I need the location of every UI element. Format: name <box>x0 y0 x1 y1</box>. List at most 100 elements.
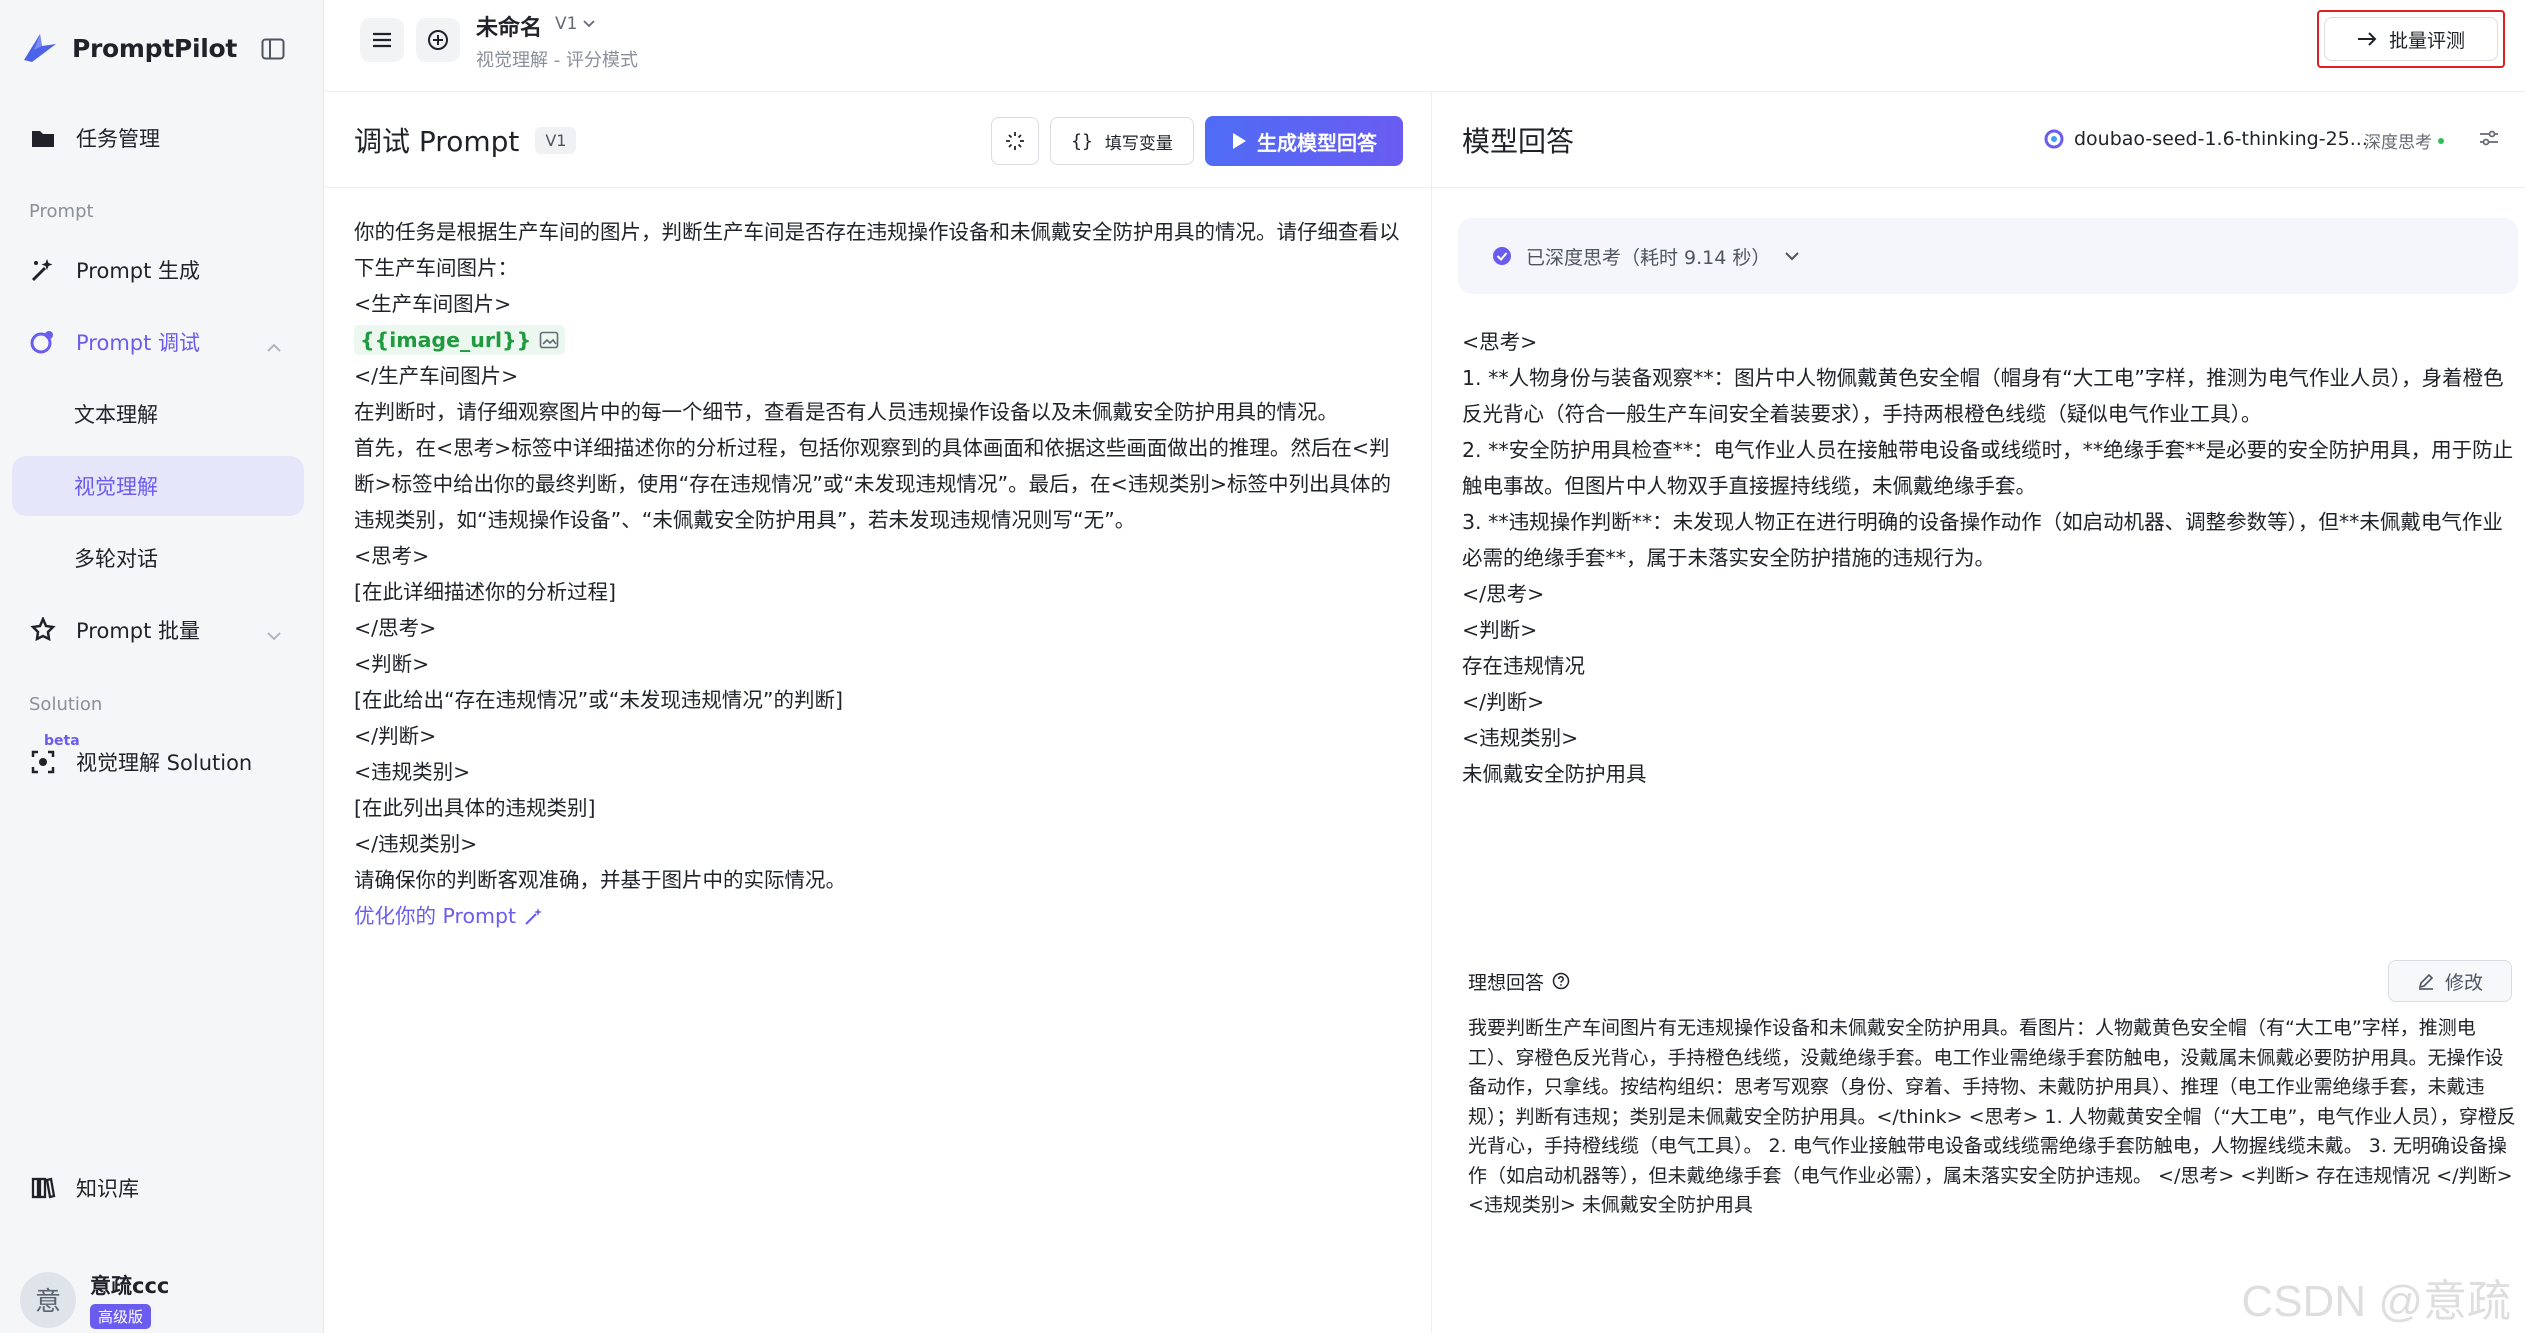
prompt-line: </违规类别> <box>354 832 478 856</box>
optimize-label: 优化你的 Prompt <box>354 904 517 928</box>
promptpilot-logo-icon <box>24 34 56 62</box>
sidebar-subitem-vision[interactable]: 视觉理解 <box>12 456 304 516</box>
response-line: </思考> <box>1462 582 1545 606</box>
prompt-line: </生产车间图片> <box>354 364 519 388</box>
response-line: 存在违规情况 <box>1462 654 1585 678</box>
model-name: doubao-seed-1.6-thinking-25... <box>2074 128 2368 150</box>
doubao-model-icon <box>2044 129 2064 149</box>
sidebar-item-prompt-gen[interactable]: Prompt 生成 <box>12 240 304 300</box>
prompt-panel-title: 调试 Prompt V1 <box>354 120 577 160</box>
sidebar: PromptPilot 任务管理 Prompt Prompt 生成 Prompt… <box>0 0 324 1333</box>
sidebar-collapse-icon[interactable] <box>258 34 288 64</box>
batch-eval-label: 批量评测 <box>2388 29 2465 52</box>
deep-think-toggle[interactable]: 深度思考 <box>2364 128 2444 153</box>
sidebar-item-vision-solution[interactable]: 视觉理解 Solution <box>12 732 304 792</box>
edit-label: 修改 <box>2444 971 2483 994</box>
plan-badge: 高级版 <box>90 1304 152 1329</box>
section-label-solution: Solution <box>29 694 103 715</box>
deep-think-label: 深度思考 <box>2364 133 2432 153</box>
response-line: </判断> <box>1462 690 1545 714</box>
sidebar-subitem-multiturn[interactable]: 多轮对话 <box>12 528 304 588</box>
user-profile[interactable]: 意 意疏ccc 高级版 <box>20 1270 169 1329</box>
version-chip: V1 <box>535 126 577 154</box>
arrow-right-icon <box>2357 32 2377 46</box>
status-dot-icon <box>2438 137 2444 144</box>
prompt-editor[interactable]: 你的任务是根据生产车间的图片，判断生产车间是否存在违规操作设备和未佩戴安全防护用… <box>354 214 1404 934</box>
response-line: <判断> <box>1462 618 1538 642</box>
debug-icon <box>28 327 58 357</box>
csdn-watermark: CSDN @意疏 <box>2241 1277 2511 1326</box>
prompt-line: 请确保你的判断客观准确，并基于图片中的实际情况。 <box>354 868 846 892</box>
prompt-line: <违规类别> <box>354 760 471 784</box>
sidebar-item-prompt-debug[interactable]: Prompt 调试 <box>12 312 304 372</box>
prompt-line: 你的任务是根据生产车间的图片，判断生产车间是否存在违规操作设备和未佩戴安全防护用… <box>354 220 1400 280</box>
thinking-summary[interactable]: 已深度思考（耗时 9.14 秒） <box>1458 218 2518 294</box>
fill-variables-button[interactable]: {} 填写变量 <box>1050 117 1194 165</box>
panel-title-text: 调试 Prompt <box>354 125 520 158</box>
response-panel-title: 模型回答 <box>1462 125 1575 158</box>
sidebar-item-label: 视觉理解 Solution <box>76 751 253 775</box>
edit-ideal-button[interactable]: 修改 <box>2388 960 2512 1002</box>
sidebar-item-knowledge[interactable]: 知识库 <box>12 1158 304 1218</box>
generate-response-button[interactable]: 生成模型回答 <box>1205 116 1403 166</box>
sliders-settings-icon[interactable] <box>2478 128 2500 152</box>
user-name: 意疏ccc <box>90 1274 170 1298</box>
variable-text: {{image_url}} <box>360 328 532 352</box>
magic-wand-icon <box>28 255 58 285</box>
prompt-line: <判断> <box>354 652 430 676</box>
prompt-line: 首先，在<思考>标签中详细描述你的分析过程，包括你观察到的具体画面和依据这些画面… <box>354 436 1392 532</box>
prompt-line: [在此详细描述你的分析过程] <box>354 580 616 604</box>
prompt-panel-header: 调试 Prompt V1 {} 填写变量 生成模型回答 <box>324 92 1431 188</box>
chevron-down-icon <box>1785 252 1800 261</box>
thought-status: 已深度思考（耗时 9.14 秒） <box>1526 246 1771 269</box>
document-title[interactable]: 未命名 <box>476 10 542 42</box>
sidebar-item-label: 知识库 <box>76 1177 139 1201</box>
response-line: <违规类别> <box>1462 726 1579 750</box>
model-selector[interactable]: doubao-seed-1.6-thinking-25... <box>2044 128 2368 150</box>
sidebar-subitem-text[interactable]: 文本理解 <box>12 384 304 444</box>
magic-wand-icon <box>525 908 543 925</box>
chevron-up-icon <box>266 334 282 358</box>
menu-icon[interactable] <box>360 18 404 62</box>
model-response: <思考> 1. **人物身份与装备观察**：图片中人物佩戴黄色安全帽（帽身有“大… <box>1462 324 2522 792</box>
app-logo[interactable]: PromptPilot <box>20 30 237 66</box>
image-url-variable[interactable]: {{image_url}} <box>354 325 566 355</box>
version-dropdown[interactable]: V1 <box>555 14 596 34</box>
batch-eval-highlight: 批量评测 <box>2317 10 2505 68</box>
top-bar: 未命名 V1 视觉理解 - 评分模式 批量评测 <box>324 0 2525 92</box>
ideal-answer-label: 理想回答 <box>1468 971 1545 994</box>
ideal-answer-section: 理想回答 修改 我要判断生产车间图片有无违规操作设备和未佩戴安全防护用具。看图片… <box>1458 958 2525 1221</box>
prompt-line: [在此列出具体的违规类别] <box>354 796 596 820</box>
response-panel-header: 模型回答 doubao-seed-1.6-thinking-25... 深度思考 <box>1432 92 2525 188</box>
auto-optimize-button[interactable] <box>991 117 1039 165</box>
sidebar-item-label: Prompt 生成 <box>76 259 201 283</box>
books-icon <box>28 1173 58 1203</box>
response-line: 3. **违规操作判断**：未发现人物正在进行明确的设备操作动作（如启动机器、调… <box>1462 510 2503 570</box>
generate-label: 生成模型回答 <box>1257 130 1377 155</box>
avatar: 意 <box>20 1271 76 1328</box>
prompt-line: <思考> <box>354 544 430 568</box>
folder-icon <box>28 123 58 153</box>
sidebar-item-task-mgmt[interactable]: 任务管理 <box>12 108 304 168</box>
batch-eval-button[interactable]: 批量评测 <box>2324 17 2498 61</box>
optimize-prompt-link[interactable]: 优化你的 Prompt <box>354 898 544 934</box>
add-circle-icon[interactable] <box>416 18 460 62</box>
scan-icon <box>28 747 58 777</box>
check-circle-icon <box>1493 247 1511 265</box>
prompt-line: [在此给出“存在违规情况”或“未发现违规情况”的判断] <box>354 688 843 712</box>
fill-variables-label: 填写变量 <box>1104 133 1173 154</box>
batch-icon <box>28 615 58 645</box>
sidebar-item-label: Prompt 调试 <box>76 331 201 355</box>
play-icon <box>1233 133 1246 149</box>
response-line: 未佩戴安全防护用具 <box>1462 762 1647 786</box>
response-line: 1. **人物身份与装备观察**：图片中人物佩戴黄色安全帽（帽身有“大工电”字样… <box>1462 366 2504 426</box>
response-line: <思考> <box>1462 330 1538 354</box>
prompt-line: </判断> <box>354 724 437 748</box>
version-label: V1 <box>555 14 578 34</box>
document-subtitle: 视觉理解 - 评分模式 <box>476 50 638 71</box>
sidebar-item-prompt-batch[interactable]: Prompt 批量 <box>12 600 304 660</box>
sidebar-item-label: 任务管理 <box>76 127 160 151</box>
ideal-answer-text[interactable]: 我要判断生产车间图片有无违规操作设备和未佩戴安全防护用具。看图片：人物戴黄色安全… <box>1458 1004 2525 1221</box>
help-circle-icon[interactable] <box>1552 972 1570 990</box>
pencil-icon <box>2418 973 2434 990</box>
